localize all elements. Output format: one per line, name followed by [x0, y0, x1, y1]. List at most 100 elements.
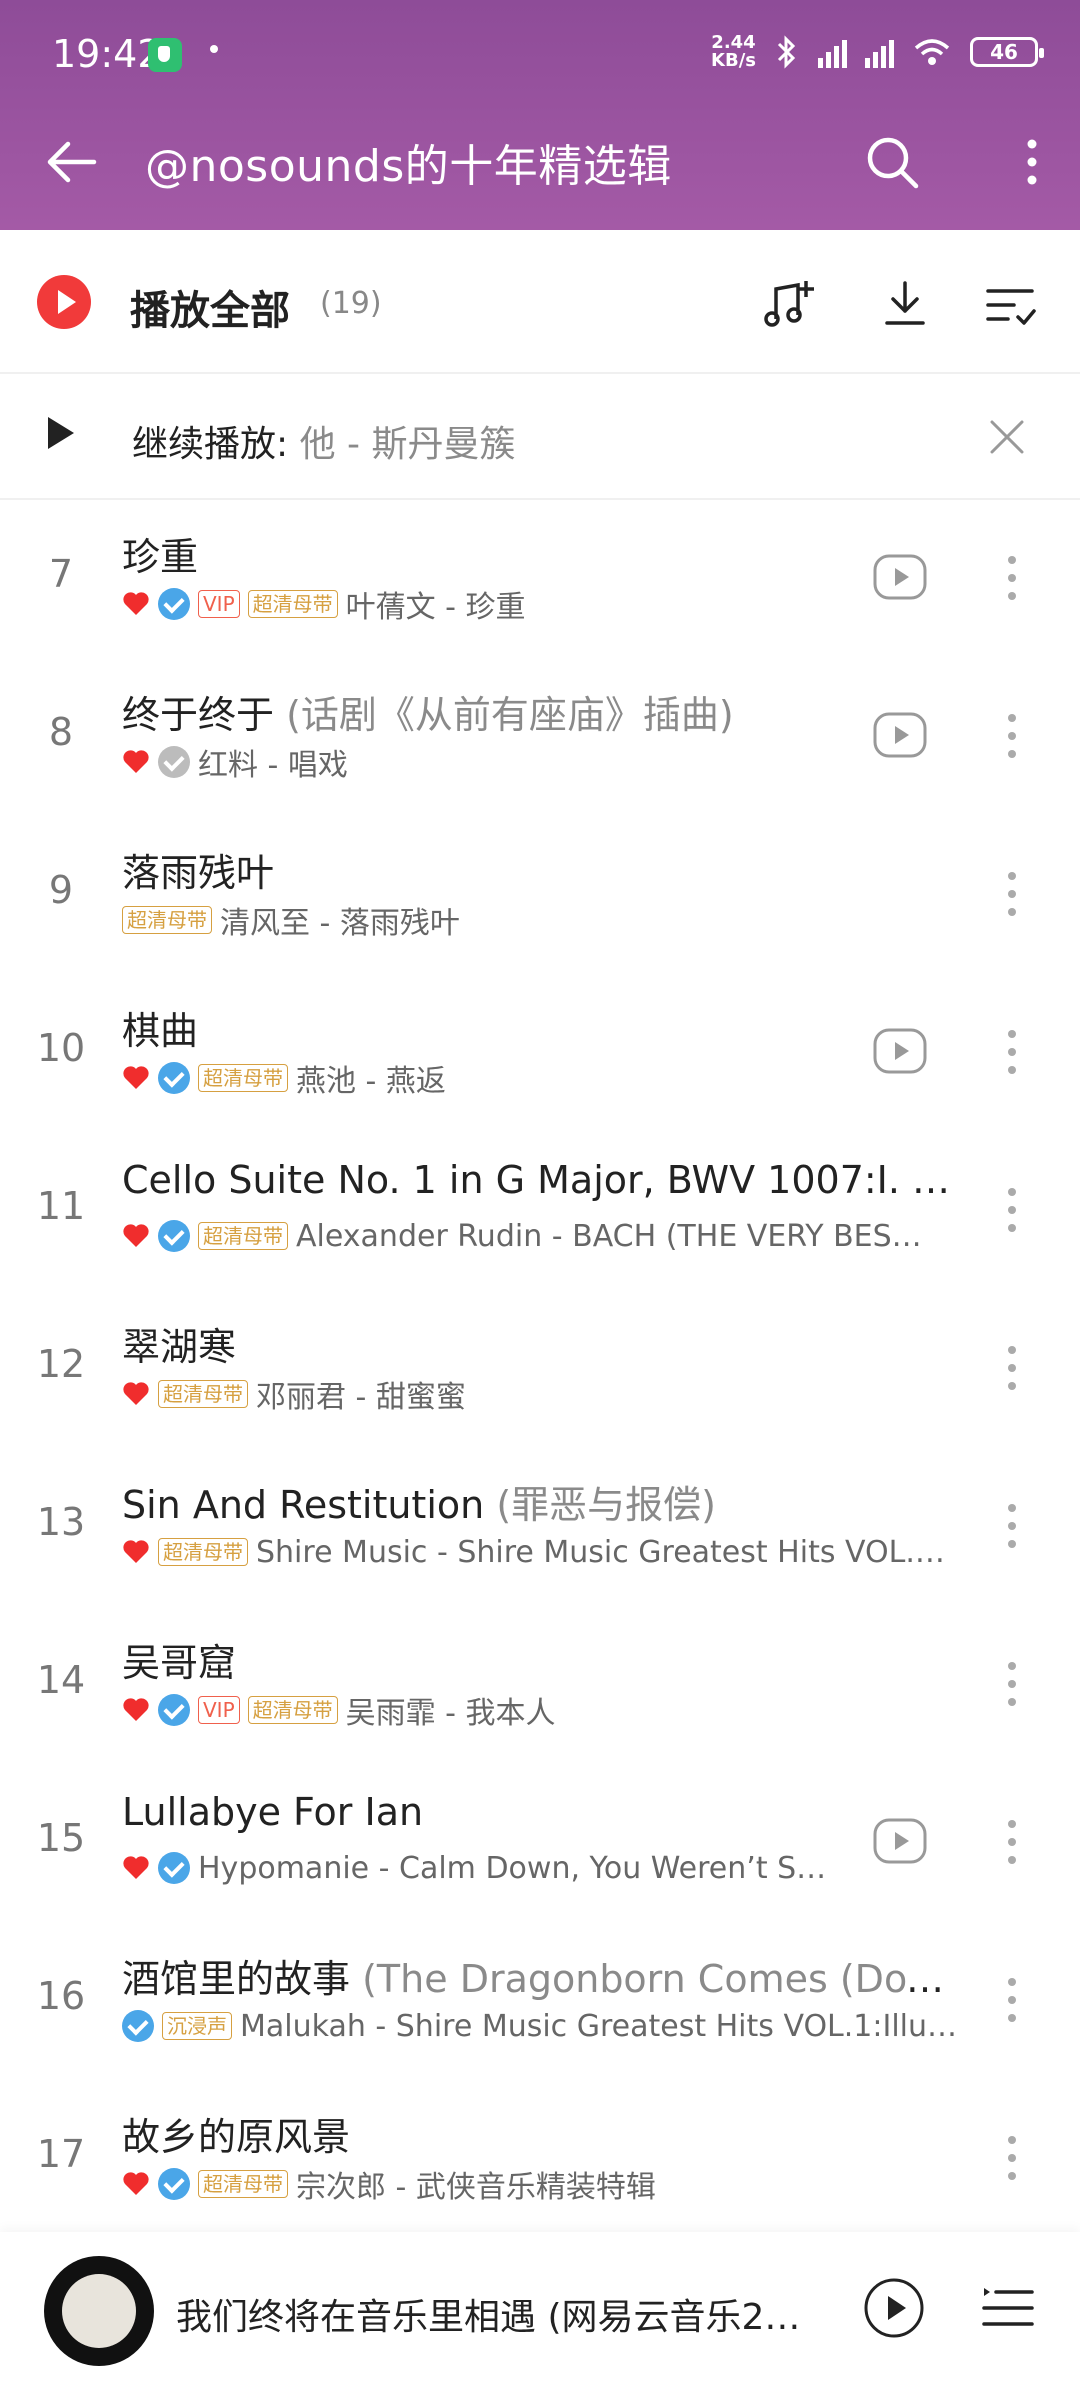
- track-number: 7: [48, 552, 74, 596]
- immersive-badge: 沉浸声: [162, 2012, 232, 2040]
- artist-album: Shire Music - Shire Music Greatest Hits …: [256, 1534, 945, 1570]
- mv-play-icon[interactable]: [873, 1818, 927, 1864]
- artist-album: Alexander Rudin - BACH (THE VERY BES…: [296, 1218, 922, 1254]
- more-vertical-icon[interactable]: [1000, 1814, 1024, 1870]
- download-icon[interactable]: [875, 275, 935, 335]
- song-row[interactable]: 9 落雨残叶 超清母带 清风至 - 落雨残叶: [0, 816, 1080, 974]
- artist-album: 宗次郎 - 武侠音乐精装特辑: [296, 2170, 656, 2204]
- verified-icon: [158, 1852, 190, 1884]
- song-meta: VIP 超清母带 吴雨霏 - 我本人: [122, 1690, 962, 1730]
- play-icon[interactable]: [862, 2276, 926, 2340]
- song-row[interactable]: 8 终于终于 (话剧《从前有座庙》插曲) 红料 - 唱戏: [0, 658, 1080, 816]
- close-icon[interactable]: [984, 414, 1030, 460]
- network-speed-unit: KB/s: [711, 50, 756, 71]
- song-row[interactable]: 16 酒馆里的故事 (The Dragonborn Comes (Dox… 沉浸…: [0, 1922, 1080, 2080]
- song-title-text: 酒馆里的故事: [122, 1957, 351, 2001]
- heart-icon: [123, 750, 149, 773]
- heart-icon: [123, 1224, 149, 1247]
- song-title-text: 棋曲: [122, 1009, 199, 1053]
- more-vertical-icon[interactable]: [1000, 2130, 1024, 2186]
- song-row[interactable]: 7 珍重 VIP 超清母带 叶蒨文 - 珍重: [0, 500, 1080, 658]
- song-meta: 沉浸声 Malukah - Shire Music Greatest Hits …: [122, 2006, 962, 2046]
- verified-icon: [158, 1062, 190, 1094]
- continue-text: 继续播放: 他 - 斯丹曼簇: [132, 415, 515, 467]
- artist-album: 吴雨霏 - 我本人: [345, 1696, 556, 1730]
- song-title: Sin And Restitution (罪恶与报偿): [122, 1474, 962, 1529]
- mv-play-icon[interactable]: [873, 712, 927, 758]
- mini-player[interactable]: 我们终将在音乐里相遇 (网易云音乐2…: [0, 2232, 1080, 2400]
- track-number: 10: [36, 1026, 86, 1070]
- artist-album: Malukah - Shire Music Greatest Hits VOL.…: [240, 2008, 958, 2044]
- song-meta: 超清母带 Alexander Rudin - BACH (THE VERY BE…: [122, 1216, 962, 1256]
- artist-album: 邓丽君 - 甜蜜蜜: [256, 1380, 466, 1414]
- more-vertical-icon[interactable]: [1000, 708, 1024, 764]
- song-row[interactable]: 11 Cello Suite No. 1 in G Major, BWV 100…: [0, 1132, 1080, 1290]
- song-title-text: 珍重: [122, 535, 199, 579]
- song-row[interactable]: 12 翠湖寒 超清母带 邓丽君 - 甜蜜蜜: [0, 1290, 1080, 1448]
- hq-badge: 超清母带: [247, 590, 338, 618]
- song-title-text: 吴哥窟: [122, 1641, 237, 1685]
- song-title: 终于终于 (话剧《从前有座庙》插曲): [122, 684, 862, 739]
- song-title: 翠湖寒: [122, 1316, 962, 1371]
- play-all-button[interactable]: 播放全部: [130, 278, 290, 336]
- track-number: 12: [36, 1342, 86, 1386]
- battery-level: 46: [990, 40, 1018, 64]
- multi-select-icon[interactable]: [980, 275, 1040, 335]
- heart-icon: [123, 1066, 149, 1089]
- song-title: 酒馆里的故事 (The Dragonborn Comes (Dox…: [122, 1948, 962, 2003]
- artist-album: 清风至 - 落雨残叶: [220, 906, 460, 940]
- song-row[interactable]: 13 Sin And Restitution (罪恶与报偿) 超清母带 Shir…: [0, 1448, 1080, 1606]
- more-vertical-icon[interactable]: [1000, 866, 1024, 922]
- song-row[interactable]: 14 吴哥窟 VIP 超清母带 吴雨霏 - 我本人: [0, 1606, 1080, 1764]
- song-row[interactable]: 10 棋曲 超清母带 燕池 - 燕返: [0, 974, 1080, 1132]
- bluetooth-icon: [777, 35, 796, 69]
- security-shield-icon: [148, 38, 182, 72]
- nav-bar: @nosounds的十年精选辑: [0, 120, 1080, 200]
- play-all-icon[interactable]: [37, 275, 91, 329]
- song-title-text: 故乡的原风景: [122, 2115, 351, 2159]
- hq-badge: 超清母带: [198, 1064, 288, 1092]
- mv-play-icon[interactable]: [873, 1028, 927, 1074]
- header: 19:42 2.44 KB/s 46 @nosounds的十年精选辑: [0, 0, 1080, 230]
- wifi-icon: [914, 39, 950, 65]
- more-vertical-icon[interactable]: [1000, 1024, 1024, 1080]
- more-vertical-icon[interactable]: [1000, 1656, 1024, 1712]
- now-playing-title[interactable]: 我们终将在音乐里相遇 (网易云音乐2…: [176, 2288, 816, 2340]
- verified-icon: [122, 2010, 154, 2042]
- more-vertical-icon[interactable]: [1000, 1498, 1024, 1554]
- more-vertical-icon[interactable]: [1000, 550, 1024, 606]
- more-vertical-icon[interactable]: [1000, 1182, 1024, 1238]
- song-title-text: Lullabye For Ian: [122, 1790, 424, 1834]
- song-row[interactable]: 17 故乡的原风景 超清母带 宗次郎 - 武侠音乐精装特辑: [0, 2080, 1080, 2238]
- signal-strength-2-icon: [865, 36, 894, 68]
- track-number: 17: [36, 2132, 86, 2176]
- more-vertical-icon[interactable]: [1010, 130, 1054, 194]
- continue-playing-bar[interactable]: 继续播放: 他 - 斯丹曼簇: [0, 372, 1080, 500]
- back-arrow-icon[interactable]: [40, 130, 104, 194]
- verified-icon: [158, 2168, 190, 2200]
- status-right: 2.44 KB/s 46: [711, 30, 1044, 74]
- track-number: 9: [48, 868, 74, 912]
- add-to-playlist-icon[interactable]: [760, 275, 820, 335]
- song-title: 棋曲: [122, 1000, 862, 1055]
- heart-icon: [123, 592, 149, 615]
- continue-track: 他 - 斯丹曼簇: [299, 424, 516, 465]
- song-title: Cello Suite No. 1 in G Major, BWV 1007:I…: [122, 1158, 962, 1202]
- song-row[interactable]: 15 Lullabye For Ian Hypomanie - Calm Dow…: [0, 1764, 1080, 1922]
- mv-play-icon[interactable]: [873, 554, 927, 600]
- hq-badge: 超清母带: [198, 1222, 288, 1250]
- song-title: 吴哥窟: [122, 1632, 962, 1687]
- album-disc[interactable]: [44, 2256, 154, 2366]
- queue-icon[interactable]: [980, 2284, 1036, 2332]
- song-title: 珍重: [122, 526, 862, 581]
- verified-icon: [158, 588, 190, 620]
- heart-icon: [123, 1382, 149, 1405]
- vip-badge: VIP: [198, 590, 240, 618]
- more-vertical-icon[interactable]: [1000, 1340, 1024, 1396]
- more-vertical-icon[interactable]: [1000, 1972, 1024, 2028]
- song-title-text: Cello Suite No. 1 in G Major, BWV 1007:I…: [122, 1158, 962, 1202]
- play-icon[interactable]: [48, 417, 74, 449]
- song-alias: (The Dragonborn Comes (Dox…: [362, 1957, 962, 2001]
- search-icon[interactable]: [860, 130, 924, 194]
- status-time: 19:42: [52, 32, 162, 76]
